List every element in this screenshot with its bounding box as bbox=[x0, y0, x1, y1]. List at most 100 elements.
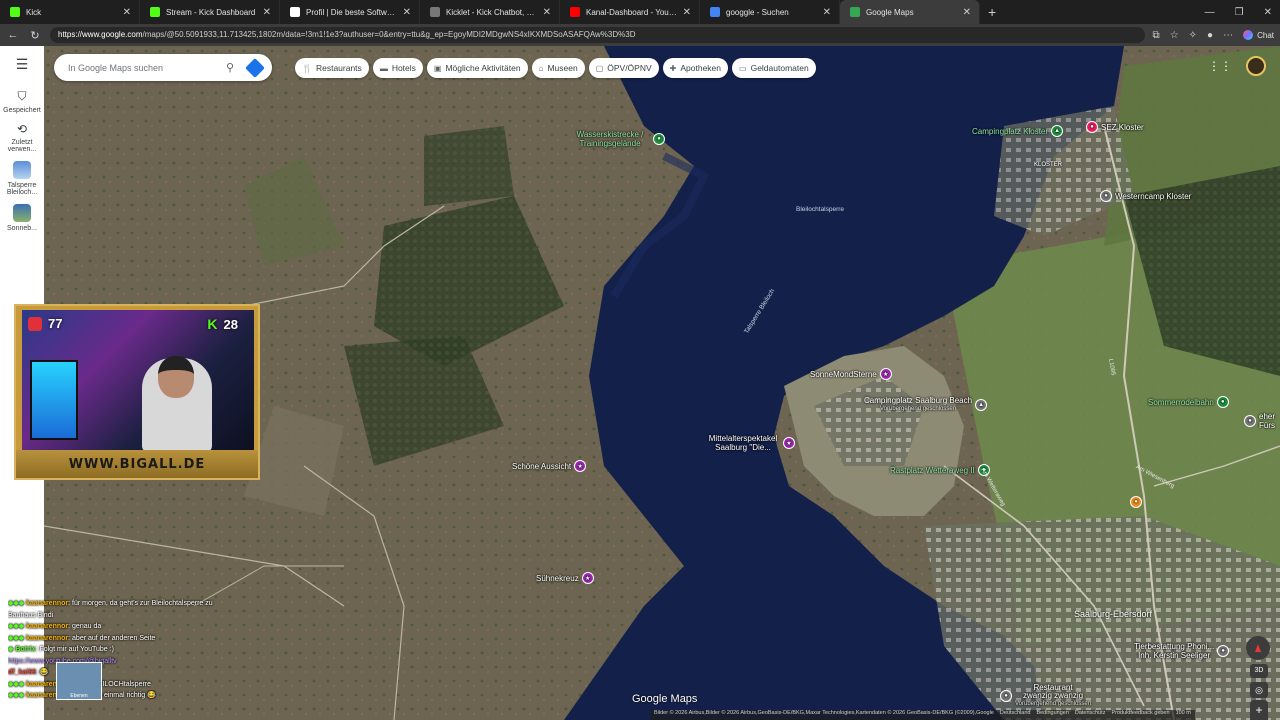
map-attribution: Bilder © 2026 Airbus,Bilder © 2026 Airbu… bbox=[650, 710, 1195, 720]
chat-label: Chat bbox=[1257, 30, 1274, 40]
close-icon[interactable]: ✕ bbox=[403, 7, 411, 18]
apps-grid-icon[interactable]: ⋮⋮ bbox=[1208, 59, 1232, 73]
footer-link-privacy[interactable]: Datenschutz bbox=[1075, 710, 1106, 720]
tab-kick[interactable]: Kick ✕ bbox=[0, 0, 140, 24]
3d-toggle-button[interactable]: 3D bbox=[1250, 664, 1268, 678]
viewer-count: 28 bbox=[223, 316, 238, 332]
minimize-icon[interactable]: — bbox=[1205, 7, 1215, 18]
place-mittelalterspektakel[interactable]: ★ Mittelalterspektakel Saalburg "Die... bbox=[706, 434, 795, 452]
rail-recent[interactable]: ⟲ Zuletzt verwen... bbox=[2, 122, 42, 153]
place-rastplatz[interactable]: ● Rastplatz Wetteraweg II bbox=[890, 464, 990, 476]
place-orange-poi[interactable]: ● bbox=[1130, 496, 1142, 508]
tab-kicklet[interactable]: Kicklet - Kick Chatbot, Kick Widge ✕ bbox=[420, 0, 560, 24]
webcam-feed: 77 K 28 bbox=[22, 310, 254, 452]
chip-activities[interactable]: ▣ Mögliche Aktivitäten bbox=[426, 58, 528, 78]
maps-favicon-icon bbox=[850, 7, 860, 17]
place-campingplatz-kloster[interactable]: ▲ Campingplatz Kloster bbox=[972, 125, 1064, 137]
directions-icon[interactable] bbox=[245, 57, 265, 78]
scale-bar-label[interactable]: 100 m bbox=[1176, 710, 1191, 720]
chip-label: Apotheken bbox=[680, 63, 722, 73]
url-host: https://www.google.com bbox=[58, 30, 143, 39]
profile-icon[interactable]: ● bbox=[1207, 30, 1213, 41]
heart-rate-value: 77 bbox=[48, 316, 63, 331]
chat-username: kaanarennor bbox=[26, 634, 69, 642]
chat-username: Botrix bbox=[15, 646, 36, 653]
search-icon[interactable]: ⚲ bbox=[226, 61, 234, 74]
kick-logo-icon: K bbox=[207, 316, 218, 332]
chat-text: : Folgt mir auf YouTube :) bbox=[35, 646, 114, 653]
close-icon[interactable]: ✕ bbox=[683, 7, 691, 18]
place-eher[interactable]: ● eher Fürs bbox=[1244, 412, 1275, 430]
reload-icon[interactable]: ↻ bbox=[28, 29, 42, 42]
menu-icon[interactable]: ☰ bbox=[16, 56, 29, 73]
tab-google-maps[interactable]: Google Maps ✕ bbox=[840, 0, 980, 24]
chat-message: ◆◆◆ kaanarennor: Lies doch einmal richti… bbox=[8, 690, 248, 702]
place-westerncamp[interactable]: ● Westerncamp Kloster bbox=[1100, 190, 1191, 202]
search-input[interactable]: In Google Maps suchen bbox=[68, 63, 226, 73]
close-icon[interactable]: ✕ bbox=[543, 7, 551, 18]
place-schoene-aussicht[interactable]: ★ Schöne Aussicht bbox=[512, 460, 587, 472]
chat-text: : für morgen, da geht's zur Bleilochtals… bbox=[68, 600, 213, 607]
search-box[interactable]: In Google Maps suchen ⚲ bbox=[54, 54, 272, 81]
place-label: Tierbestattung Phoni... Inh. Kerstin Seel… bbox=[1134, 642, 1215, 660]
chip-transit[interactable]: ▢ ÖPV/ÖPNV bbox=[588, 58, 659, 78]
google-favicon-icon bbox=[710, 7, 720, 17]
footer-link-terms[interactable]: Bedingungen bbox=[1036, 710, 1068, 720]
account-area: ⋮⋮ bbox=[1208, 56, 1266, 76]
rail-saved[interactable]: ⛉ Gespeichert bbox=[2, 89, 42, 114]
place-restaurant[interactable]: ● Restaurant zwanzig zwanzig Vorübergehend … bbox=[1000, 684, 1091, 708]
bookmark-star-icon[interactable]: ☆ bbox=[1170, 30, 1179, 41]
attribution-text: Bilder © 2026 Airbus,Bilder © 2026 Airbu… bbox=[654, 710, 994, 716]
tab-google-search[interactable]: googgle - Suchen ✕ bbox=[700, 0, 840, 24]
url-field[interactable]: https://www.google.com/maps/@50.5091933,… bbox=[50, 27, 1145, 43]
youtube-favicon-icon bbox=[570, 7, 580, 17]
new-tab-button[interactable]: + bbox=[988, 4, 996, 20]
rail-recent-place-2[interactable]: Sonneb... bbox=[2, 204, 42, 232]
chip-museums[interactable]: ⌂ Museen bbox=[531, 58, 585, 78]
town-label-saalburg: Saalburg-Ebersdorf bbox=[1074, 609, 1153, 619]
heart-icon bbox=[28, 316, 42, 331]
place-label: Campingplatz Saalburg Beach Vorübergehend… bbox=[864, 396, 973, 412]
place-sommerrodelbahn[interactable]: ● Sommerrodelbahn bbox=[1148, 396, 1229, 408]
tab-profil[interactable]: Profil | Die beste Software zur Opt ✕ bbox=[280, 0, 420, 24]
footer-link-country[interactable]: Deutschland bbox=[1000, 710, 1031, 720]
rail-recent-place-1[interactable]: Talsperre Bleiloch... bbox=[2, 161, 42, 196]
my-location-button[interactable]: ◎ bbox=[1250, 682, 1268, 698]
maximize-icon[interactable]: ❐ bbox=[1235, 7, 1244, 18]
place-label: Sommerrodelbahn bbox=[1148, 397, 1214, 407]
tab-stream-dashboard[interactable]: Stream - Kick Dashboard ✕ bbox=[140, 0, 280, 24]
place-tierbestattung[interactable]: ● Tierbestattung Phoni... Inh. Kerstin See… bbox=[1134, 642, 1230, 660]
chip-hotels[interactable]: ▬ Hotels bbox=[372, 58, 423, 78]
extensions-icon[interactable]: ✧ bbox=[1189, 30, 1197, 41]
close-icon[interactable]: ✕ bbox=[823, 7, 831, 18]
menu-dots-icon[interactable]: ⋯ bbox=[1223, 30, 1233, 41]
zoom-in-button[interactable]: + bbox=[1255, 703, 1262, 717]
close-icon[interactable]: ✕ bbox=[123, 7, 131, 18]
chip-label: Museen bbox=[547, 63, 578, 73]
address-bar-row: ← ↻ https://www.google.com/maps/@50.5091… bbox=[0, 24, 1280, 46]
place-sez-kloster[interactable]: ● SEZ Kloster bbox=[1086, 121, 1144, 133]
streamer-head bbox=[158, 356, 194, 398]
place-sonnemondsterne[interactable]: ★ SonneMondSterne bbox=[810, 368, 892, 380]
close-icon[interactable]: ✕ bbox=[263, 7, 271, 18]
install-app-icon[interactable]: ⧉ bbox=[1153, 30, 1160, 41]
heart-rate-widget: 77 bbox=[28, 316, 62, 331]
place-wasserski[interactable]: ● Wasserskistrecke / Trainingsgelände bbox=[570, 130, 665, 148]
chip-atms[interactable]: ▭ Geldautomaten bbox=[732, 58, 816, 78]
chip-label: Restaurants bbox=[315, 63, 362, 73]
chip-restaurants[interactable]: 🍴 Restaurants bbox=[295, 58, 369, 78]
tab-youtube-studio[interactable]: Kanal-Dashboard - YouTube Studi ✕ bbox=[560, 0, 700, 24]
layers-thumbnail[interactable]: Ebenen bbox=[56, 662, 102, 700]
compass-needle-icon bbox=[1255, 644, 1261, 652]
chat-username: kaanarennor bbox=[26, 623, 69, 630]
place-camping-saalburg[interactable]: ▲ Campingplatz Saalburg Beach Vorübergehen… bbox=[864, 396, 988, 414]
compass-button[interactable] bbox=[1246, 636, 1270, 660]
chat-button[interactable]: Chat bbox=[1243, 30, 1274, 40]
place-suehnekreuz[interactable]: ★ Sühnekreuz bbox=[536, 572, 594, 584]
footer-link-feedback[interactable]: Produktfeedback geben bbox=[1111, 710, 1169, 720]
chip-pharmacies[interactable]: ✚ Apotheken bbox=[662, 58, 729, 78]
avatar[interactable] bbox=[1246, 56, 1266, 76]
back-arrow-icon[interactable]: ← bbox=[6, 29, 20, 41]
close-icon[interactable]: ✕ bbox=[963, 7, 971, 18]
close-window-icon[interactable]: ✕ bbox=[1264, 7, 1272, 18]
